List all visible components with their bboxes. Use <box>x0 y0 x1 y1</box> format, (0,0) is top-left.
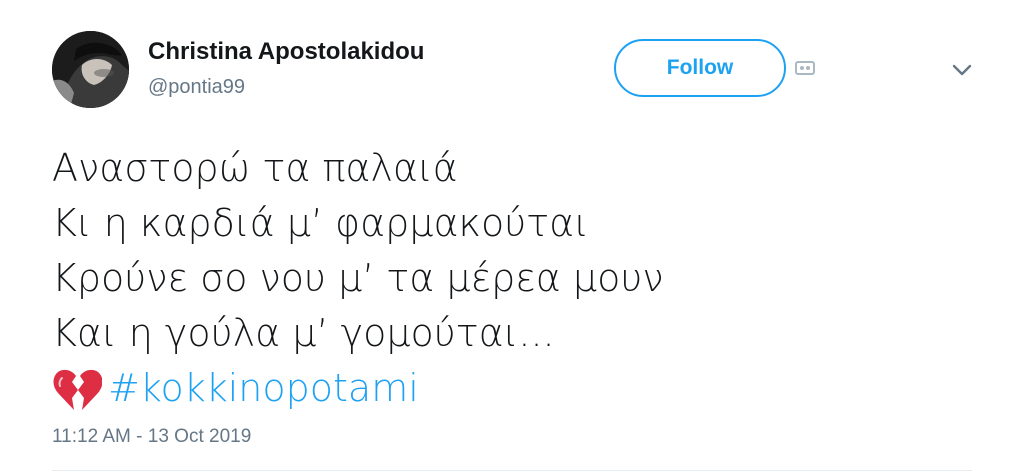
tweet-line: Κι η καρδιά μ’ φαρμακούται <box>52 201 589 245</box>
author-name[interactable]: Christina Apostolakidou <box>148 38 424 66</box>
chevron-down-icon[interactable] <box>950 60 974 80</box>
hashtag-line: #kokkinopotami <box>52 361 664 416</box>
tweet-timestamp[interactable]: 11:12 AM - 13 Oct 2019 <box>52 426 251 448</box>
divider <box>52 470 972 471</box>
tweet-line: Αναστορώ τα παλαιά <box>52 146 458 190</box>
avatar[interactable] <box>52 31 129 108</box>
ticket-icon[interactable] <box>795 60 815 76</box>
broken-heart-icon <box>53 369 102 410</box>
avatar-image <box>52 31 129 108</box>
tweet-line: Και η γούλα μ’ γομούται... <box>52 311 555 355</box>
author-handle[interactable]: @pontia99 <box>148 76 245 99</box>
tweet-line: Κρούνε σο νου μ’ τα μέρεα μουν <box>52 256 664 300</box>
hashtag-link[interactable]: #kokkinopotami <box>108 361 419 416</box>
follow-button[interactable]: Follow <box>614 39 786 97</box>
tweet-text: Αναστορώ τα παλαιά Κι η καρδιά μ’ φαρμακ… <box>52 141 664 416</box>
